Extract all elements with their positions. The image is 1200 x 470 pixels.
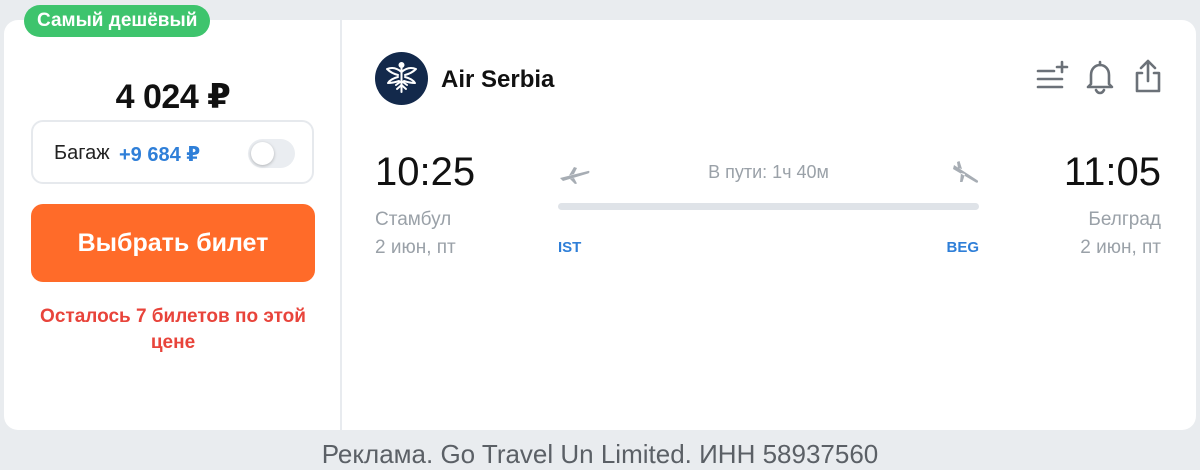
share-icon[interactable] — [1130, 56, 1166, 96]
landing-plane-icon — [949, 160, 983, 188]
arrival-date: 2 июн, пт — [1080, 237, 1161, 258]
air-serbia-logo-icon — [375, 52, 428, 105]
baggage-price: +9 684 ₽ — [119, 144, 201, 166]
bell-icon[interactable] — [1082, 56, 1118, 96]
baggage-toggle[interactable] — [248, 139, 295, 168]
departure-airport-code: IST — [558, 239, 582, 256]
airline-name: Air Serbia — [441, 66, 555, 93]
ticket-price: 4 024 ₽ — [115, 78, 231, 116]
arrival-time: 11:05 — [1063, 150, 1161, 194]
departure-date: 2 июн, пт — [375, 237, 456, 258]
flight-duration: В пути: 1ч 40м — [708, 162, 829, 182]
arrival-city: Белград — [1088, 209, 1161, 230]
baggage-option[interactable]: Багаж +9 684 ₽ — [31, 120, 314, 184]
baggage-label: Багаж — [54, 142, 110, 164]
departure-city: Стамбул — [375, 209, 452, 230]
toggle-knob — [251, 142, 274, 165]
route-line — [558, 203, 979, 210]
arrival-airport-code: BEG — [946, 239, 979, 256]
price-panel: 4 024 ₽ Багаж +9 684 ₽ Выбрать билет Ост… — [4, 20, 342, 430]
ticket-card[interactable]: 4 024 ₽ Багаж +9 684 ₽ Выбрать билет Ост… — [4, 20, 1196, 430]
departure-time: 10:25 — [375, 150, 476, 194]
tickets-left-notice: Осталось 7 билетов по этой цене — [40, 306, 306, 353]
ad-disclaimer: Реклама. Go Travel Un Limited. ИНН 58937… — [321, 439, 879, 469]
add-to-list-icon[interactable] — [1034, 56, 1070, 96]
cheapest-badge: Самый дешёвый — [24, 5, 211, 37]
select-ticket-button[interactable]: Выбрать билет — [31, 204, 315, 282]
